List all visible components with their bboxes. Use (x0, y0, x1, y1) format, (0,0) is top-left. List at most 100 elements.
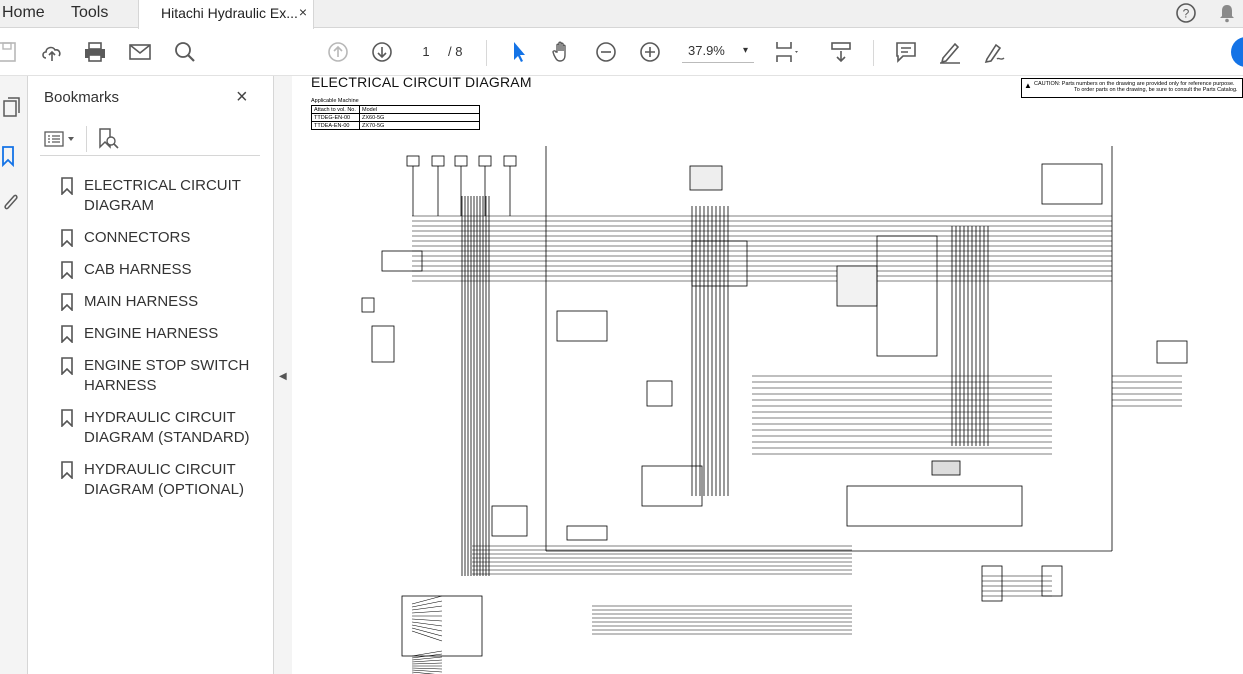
print-icon[interactable] (82, 39, 108, 65)
close-tab-icon[interactable]: × (299, 4, 307, 20)
share-button[interactable] (1231, 37, 1243, 67)
add-bookmark-icon[interactable] (96, 127, 120, 151)
tab-bar: Home Tools Hitachi Hydraulic Ex... × ? (0, 0, 1243, 29)
bookmark-options-icon[interactable] (44, 129, 78, 149)
attachments-paperclip-icon[interactable] (0, 190, 22, 214)
bookmark-label: CAB HARNESS (84, 261, 192, 278)
menu-tools[interactable]: Tools (71, 0, 108, 28)
electrical-schematic-drawing (361, 146, 1188, 674)
bookmark-item[interactable]: ENGINE STOP SWITCH HARNESS (56, 356, 256, 396)
schematic-wire (411, 618, 443, 622)
bookmark-icon (61, 177, 73, 195)
email-icon[interactable] (127, 39, 153, 65)
schematic-wire (411, 600, 443, 608)
collapse-arrow-icon: ◀ (279, 371, 287, 382)
schematic-component (556, 310, 608, 342)
bookmark-icon (61, 325, 73, 343)
schematic-component (361, 297, 375, 313)
bookmark-label: CONNECTORS (84, 229, 191, 246)
main-toolbar: 1 / 8 37.9% ▾ (0, 29, 1243, 76)
schematic-wire (411, 621, 443, 627)
bookmark-item[interactable]: MAIN HARNESS (56, 292, 256, 312)
schematic-component (454, 155, 468, 167)
bookmark-list: ELECTRICAL CIRCUIT DIAGRAM CONNECTORS CAB … (56, 176, 256, 512)
bookmark-icon (61, 357, 73, 375)
bookmarks-toolbar (40, 124, 260, 156)
bookmark-label: MAIN HARNESS (84, 293, 199, 310)
schematic-component (371, 325, 395, 363)
bookmark-item[interactable]: ENGINE HARNESS (56, 324, 256, 344)
page-thumbnails-icon[interactable] (0, 96, 22, 120)
next-page-icon[interactable] (369, 39, 395, 65)
schematic-component (1041, 163, 1103, 205)
schematic-component (876, 235, 938, 357)
svg-text:?: ? (1183, 7, 1190, 21)
toolbar-divider (873, 40, 874, 66)
schematic-component (689, 165, 723, 191)
toolbar-divider (486, 40, 487, 66)
hand-tool-icon[interactable] (549, 39, 575, 65)
bookmark-icon (61, 461, 73, 479)
schematic-component (931, 460, 961, 476)
navigation-rail (0, 76, 28, 674)
bookmark-item[interactable]: HYDRAULIC CIRCUIT DIAGRAM (OPTIONAL) (56, 460, 256, 500)
select-cursor-icon[interactable] (506, 39, 532, 65)
zoom-level-select[interactable]: 37.9% ▾ (682, 41, 754, 63)
schematic-component (846, 485, 1023, 527)
schematic-wire (411, 659, 443, 663)
help-icon[interactable]: ? (1175, 2, 1197, 24)
bookmark-label: ELECTRICAL CIRCUIT DIAGRAM (84, 177, 241, 214)
bookmark-icon (61, 409, 73, 427)
bookmarks-toolbar-divider (86, 126, 87, 152)
schematic-component (491, 505, 528, 537)
bookmark-item[interactable]: CONNECTORS (56, 228, 256, 248)
schematic-wire (411, 627, 443, 637)
schematic-component (406, 155, 420, 167)
schematic-wire (411, 662, 443, 665)
document-view[interactable]: ELECTRICAL CIRCUIT DIAGRAM ▲ CAUTION: Pa… (292, 76, 1243, 674)
save-icon[interactable] (0, 39, 22, 65)
schematic-component (641, 465, 703, 507)
schematic-component (478, 155, 492, 167)
menu-home[interactable]: Home (2, 0, 45, 28)
close-bookmarks-icon[interactable]: × (236, 86, 248, 109)
schematic-component (836, 265, 878, 307)
zoom-out-icon[interactable] (593, 39, 619, 65)
previous-page-icon[interactable] (325, 39, 351, 65)
bookmarks-header: Bookmarks (44, 89, 120, 106)
highlight-pen-icon[interactable] (937, 39, 963, 65)
upload-cloud-icon[interactable] (39, 39, 65, 65)
schematic-component (1156, 340, 1188, 364)
page-fit-icon[interactable] (772, 39, 798, 65)
bookmark-icon (61, 293, 73, 311)
sign-pen-icon[interactable] (981, 39, 1007, 65)
search-icon[interactable] (172, 39, 198, 65)
schematic-wire (411, 630, 443, 642)
schematic-wire (411, 669, 443, 673)
bookmark-item[interactable]: HYDRAULIC CIRCUIT DIAGRAM (STANDARD) (56, 408, 256, 448)
bookmarks-panel-icon[interactable] (0, 144, 22, 168)
zoom-in-icon[interactable] (637, 39, 663, 65)
bookmark-icon (61, 229, 73, 247)
bookmark-item[interactable]: ELECTRICAL CIRCUIT DIAGRAM (56, 176, 256, 216)
bookmark-label: HYDRAULIC CIRCUIT DIAGRAM (STANDARD) (84, 409, 250, 446)
document-tab-title: Hitachi Hydraulic Ex... (161, 5, 298, 21)
schematic-component (431, 155, 445, 167)
comment-icon[interactable] (893, 39, 919, 65)
schematic-wire (411, 667, 443, 670)
bookmark-label: HYDRAULIC CIRCUIT DIAGRAM (OPTIONAL) (84, 461, 245, 498)
bookmark-icon (61, 261, 73, 279)
page-total-label: / 8 (448, 44, 463, 59)
panel-collapse-handle[interactable]: ◀ (274, 76, 292, 674)
document-tab[interactable]: Hitachi Hydraulic Ex... × (138, 0, 314, 29)
notifications-bell-icon[interactable] (1216, 2, 1238, 24)
scroll-mode-icon[interactable] (828, 39, 854, 65)
schematic-component (566, 525, 608, 541)
bookmark-label: ENGINE STOP SWITCH HARNESS (84, 357, 250, 394)
schematic-wire (411, 605, 443, 611)
bookmark-item[interactable]: CAB HARNESS (56, 260, 256, 280)
schematic-wire (411, 610, 443, 614)
schematic-component (646, 380, 673, 407)
page-number-input[interactable]: 1 (408, 41, 444, 63)
bookmarks-panel: Bookmarks × ELECTRICAL CIRCUIT DIAGRAM CO… (28, 76, 274, 674)
